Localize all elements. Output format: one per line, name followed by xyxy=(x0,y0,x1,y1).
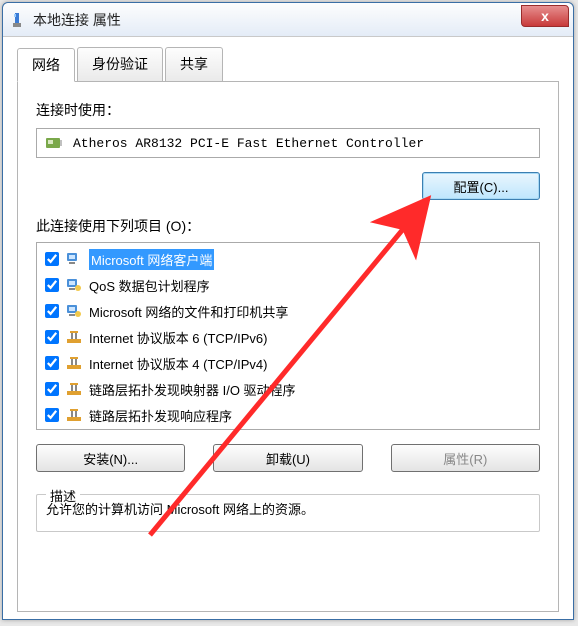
connection-icon xyxy=(9,12,25,28)
items-list[interactable]: Microsoft 网络客户端 QoS 数据包计划程序 Microsoft 网络的文… xyxy=(36,242,540,430)
item-checkbox[interactable] xyxy=(45,252,59,266)
description-text: 允许您的计算机访问 Microsoft 网络上的资源。 xyxy=(46,496,530,520)
adapter-name: Atheros AR8132 PCI-E Fast Ethernet Contr… xyxy=(73,136,424,151)
item-label: 链路层拓扑发现响应程序 xyxy=(89,406,232,425)
service-icon xyxy=(65,276,83,294)
item-checkbox[interactable] xyxy=(45,382,59,396)
tab-panel-network: 连接时使用： Atheros AR8132 PCI-E Fast Etherne… xyxy=(17,82,559,612)
uninstall-button[interactable]: 卸载(U) xyxy=(213,444,362,472)
list-item[interactable]: 链路层拓扑发现映射器 I/O 驱动程序 xyxy=(41,376,535,402)
protocol-icon xyxy=(65,380,83,398)
service-icon xyxy=(65,302,83,320)
protocol-icon xyxy=(65,406,83,424)
properties-button[interactable]: 属性(R) xyxy=(391,444,540,472)
item-label: Internet 协议版本 4 (TCP/IPv4) xyxy=(89,354,267,373)
configure-row: 配置(C)... xyxy=(36,172,540,200)
tab-network[interactable]: 网络 xyxy=(17,48,75,82)
list-item[interactable]: Microsoft 网络的文件和打印机共享 xyxy=(41,298,535,324)
tab-strip: 网络 身份验证 共享 xyxy=(17,47,559,82)
configure-button[interactable]: 配置(C)... xyxy=(422,172,540,200)
list-item[interactable]: 链路层拓扑发现响应程序 xyxy=(41,402,535,428)
nic-icon xyxy=(45,135,63,151)
protocol-icon xyxy=(65,354,83,372)
close-button[interactable]: x xyxy=(521,5,569,27)
item-checkbox[interactable] xyxy=(45,356,59,370)
item-buttons-row: 安装(N)... 卸载(U) 属性(R) xyxy=(36,444,540,472)
item-label: Microsoft 网络的文件和打印机共享 xyxy=(89,302,288,321)
protocol-icon xyxy=(65,328,83,346)
client-area: 网络 身份验证 共享 连接时使用： Atheros AR8132 PCI-E F… xyxy=(3,37,573,626)
properties-window: 本地连接 属性 x 网络 身份验证 共享 连接时使用： Atheros AR81… xyxy=(2,2,574,620)
item-label: Internet 协议版本 6 (TCP/IPv6) xyxy=(89,328,267,347)
list-item[interactable]: Internet 协议版本 4 (TCP/IPv4) xyxy=(41,350,535,376)
window-title: 本地连接 属性 xyxy=(33,10,121,30)
item-checkbox[interactable] xyxy=(45,278,59,292)
adapter-box: Atheros AR8132 PCI-E Fast Ethernet Contr… xyxy=(36,128,540,158)
list-item[interactable]: Internet 协议版本 6 (TCP/IPv6) xyxy=(41,324,535,350)
item-checkbox[interactable] xyxy=(45,330,59,344)
item-label: Microsoft 网络客户端 xyxy=(89,249,214,270)
item-label: 链路层拓扑发现映射器 I/O 驱动程序 xyxy=(89,380,296,399)
titlebar[interactable]: 本地连接 属性 x xyxy=(3,3,573,37)
client-icon xyxy=(65,250,83,268)
item-checkbox[interactable] xyxy=(45,408,59,422)
tab-auth[interactable]: 身份验证 xyxy=(77,47,163,81)
items-used-label: 此连接使用下列项目 (O)： xyxy=(36,216,540,236)
list-item[interactable]: Microsoft 网络客户端 xyxy=(41,246,535,272)
item-label: QoS 数据包计划程序 xyxy=(89,276,210,295)
connect-using-label: 连接时使用： xyxy=(36,100,540,120)
close-icon: x xyxy=(541,8,549,24)
install-button[interactable]: 安装(N)... xyxy=(36,444,185,472)
list-item[interactable]: QoS 数据包计划程序 xyxy=(41,272,535,298)
tab-sharing[interactable]: 共享 xyxy=(165,47,223,81)
description-group: 描述 允许您的计算机访问 Microsoft 网络上的资源。 xyxy=(36,486,540,532)
item-checkbox[interactable] xyxy=(45,304,59,318)
